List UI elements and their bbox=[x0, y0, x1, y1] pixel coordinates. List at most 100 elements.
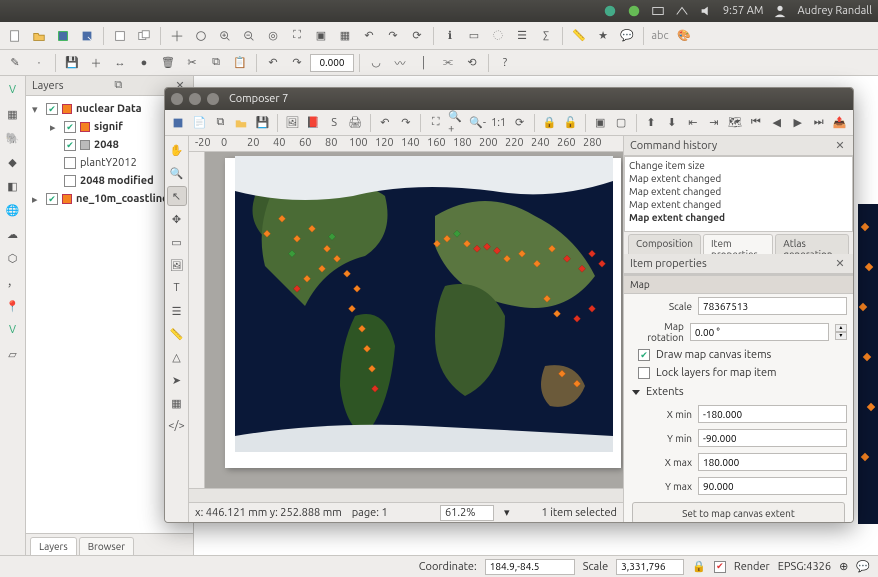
window-max-button[interactable] bbox=[207, 93, 219, 105]
add-feature-button[interactable]: ＋ bbox=[85, 52, 107, 74]
atlas-last-button[interactable]: ⏭ bbox=[809, 112, 828, 134]
pan-to-selection-button[interactable] bbox=[190, 25, 212, 47]
redo-button[interactable]: ↷ bbox=[286, 52, 308, 74]
composer-map-item[interactable] bbox=[235, 156, 613, 452]
scale-input[interactable] bbox=[698, 297, 847, 315]
refresh-button[interactable]: ⟳ bbox=[406, 25, 428, 47]
extents-expander[interactable]: Extents bbox=[624, 382, 853, 402]
raise-button[interactable]: ⬆ bbox=[641, 112, 660, 134]
export-svg-button[interactable]: S bbox=[325, 112, 344, 134]
ymin-input[interactable] bbox=[698, 429, 847, 447]
tab-atlas[interactable]: Atlas generation bbox=[775, 234, 849, 254]
zoom-next-button[interactable]: ↷ bbox=[382, 25, 404, 47]
composer-button[interactable] bbox=[109, 25, 131, 47]
add-scalebar-button[interactable]: 📏 bbox=[167, 324, 187, 344]
save-button[interactable] bbox=[52, 25, 74, 47]
lock-button[interactable]: 🔒 bbox=[540, 112, 559, 134]
set-to-canvas-extent-button[interactable]: Set to map canvas extent bbox=[632, 502, 845, 522]
chrome-icon[interactable] bbox=[603, 4, 617, 18]
composer-redo-button[interactable]: ↷ bbox=[396, 112, 415, 134]
coordinate-field[interactable] bbox=[485, 559, 575, 575]
unlock-button[interactable]: 🔓 bbox=[561, 112, 580, 134]
zoom-out-button[interactable]: 🔍- bbox=[468, 112, 487, 134]
add-map-button[interactable]: ▭ bbox=[167, 232, 187, 252]
lower-button[interactable]: ⬇ bbox=[662, 112, 681, 134]
identify-button[interactable]: ℹ bbox=[439, 25, 461, 47]
save-project-button[interactable] bbox=[169, 112, 188, 134]
clock[interactable]: 9:57 AM bbox=[723, 5, 764, 17]
layer-checkbox[interactable] bbox=[46, 103, 58, 115]
delete-button[interactable]: 🗑 bbox=[157, 52, 179, 74]
tab-composition[interactable]: Composition bbox=[628, 234, 701, 254]
export-pdf-button[interactable]: 📕 bbox=[304, 112, 323, 134]
style-button[interactable]: 🎨 bbox=[673, 25, 695, 47]
atlas-export-button[interactable]: 📤 bbox=[830, 112, 849, 134]
tab-browser[interactable]: Browser bbox=[79, 537, 134, 555]
zoom-full-button[interactable]: ⛶ bbox=[286, 25, 308, 47]
refresh-view-button[interactable]: ⟳ bbox=[510, 112, 529, 134]
window-close-button[interactable] bbox=[171, 93, 183, 105]
deselect-button[interactable]: ◌ bbox=[487, 25, 509, 47]
add-postgis-icon[interactable]: 🐘 bbox=[3, 128, 23, 148]
zoom-layer-button[interactable]: ▦ bbox=[334, 25, 356, 47]
user-name[interactable]: Audrey Randall bbox=[797, 5, 872, 17]
layer-checkbox[interactable] bbox=[64, 175, 76, 187]
move-content-button[interactable]: ✥ bbox=[167, 209, 187, 229]
layer-checkbox[interactable] bbox=[46, 193, 58, 205]
layer-checkbox[interactable] bbox=[64, 121, 76, 133]
log-icon[interactable]: 💬 bbox=[856, 560, 870, 573]
add-shape-button[interactable]: △ bbox=[167, 347, 187, 367]
add-virtual-icon[interactable]: V bbox=[3, 320, 23, 340]
lock-icon[interactable]: 🔒 bbox=[692, 560, 706, 573]
mail-icon[interactable] bbox=[651, 4, 665, 18]
atlas-preview-button[interactable]: 🗺 bbox=[725, 112, 744, 134]
attribute-table-button[interactable]: ☰ bbox=[511, 25, 533, 47]
labeling-button[interactable]: abc bbox=[649, 25, 671, 47]
add-label-button[interactable]: T bbox=[167, 278, 187, 298]
scale-field[interactable] bbox=[616, 559, 684, 575]
add-spatialite-icon[interactable]: ◆ bbox=[3, 152, 23, 172]
zoom-in-button[interactable] bbox=[214, 25, 236, 47]
add-table-button[interactable]: ▦ bbox=[167, 393, 187, 413]
lock-layers-checkbox[interactable] bbox=[638, 367, 650, 379]
save-as-button[interactable] bbox=[76, 25, 98, 47]
merge-button[interactable]: ⫘ bbox=[437, 52, 459, 74]
simplify-button[interactable]: ◡ bbox=[365, 52, 387, 74]
pan-tool-button[interactable]: ✋ bbox=[167, 140, 187, 160]
tolerance-field[interactable]: 0.000 bbox=[310, 54, 354, 72]
atlas-first-button[interactable]: ⏮ bbox=[746, 112, 765, 134]
crs-label[interactable]: EPSG:4326 bbox=[778, 561, 831, 573]
layer-checkbox[interactable] bbox=[64, 157, 76, 169]
zoom-out-button[interactable] bbox=[238, 25, 260, 47]
cut-button[interactable]: ✂ bbox=[181, 52, 203, 74]
tab-layers[interactable]: Layers bbox=[30, 537, 77, 555]
ymax-input[interactable] bbox=[698, 477, 847, 495]
composer-manager-button[interactable] bbox=[133, 25, 155, 47]
rotation-spinner[interactable]: ▴▾ bbox=[835, 324, 847, 340]
measure-button[interactable]: 📏 bbox=[568, 25, 590, 47]
add-raster-icon[interactable]: ▦ bbox=[3, 104, 23, 124]
new-shapefile-icon[interactable]: ▱ bbox=[3, 344, 23, 364]
layer-checkbox[interactable] bbox=[64, 139, 76, 151]
window-min-button[interactable] bbox=[189, 93, 201, 105]
new-composer-button[interactable]: 📄 bbox=[190, 112, 209, 134]
new-project-button[interactable] bbox=[4, 25, 26, 47]
save-template-button[interactable]: 💾 bbox=[253, 112, 272, 134]
render-checkbox[interactable] bbox=[714, 561, 726, 573]
load-template-button[interactable] bbox=[232, 112, 251, 134]
zoom-actual-button[interactable]: 1:1 bbox=[489, 112, 508, 134]
updates-icon[interactable] bbox=[627, 4, 641, 18]
xmax-input[interactable] bbox=[698, 453, 847, 471]
zoom-tool-button[interactable]: 🔍 bbox=[167, 163, 187, 183]
edit-toggle-button[interactable]: ✎ bbox=[4, 52, 26, 74]
duplicate-composer-button[interactable]: ⧉ bbox=[211, 112, 230, 134]
ungroup-button[interactable]: ▢ bbox=[612, 112, 631, 134]
move-feature-button[interactable]: ↔ bbox=[109, 52, 131, 74]
zoom-in-button[interactable]: 🔍+ bbox=[447, 112, 466, 134]
close-icon[interactable]: ✕ bbox=[833, 139, 847, 153]
close-icon[interactable]: ✕ bbox=[833, 257, 847, 271]
pan-button[interactable] bbox=[166, 25, 188, 47]
copy-button[interactable]: ⧉ bbox=[205, 52, 227, 74]
composer-canvas[interactable] bbox=[205, 152, 623, 488]
select-tool-button[interactable]: ↖ bbox=[167, 186, 187, 206]
